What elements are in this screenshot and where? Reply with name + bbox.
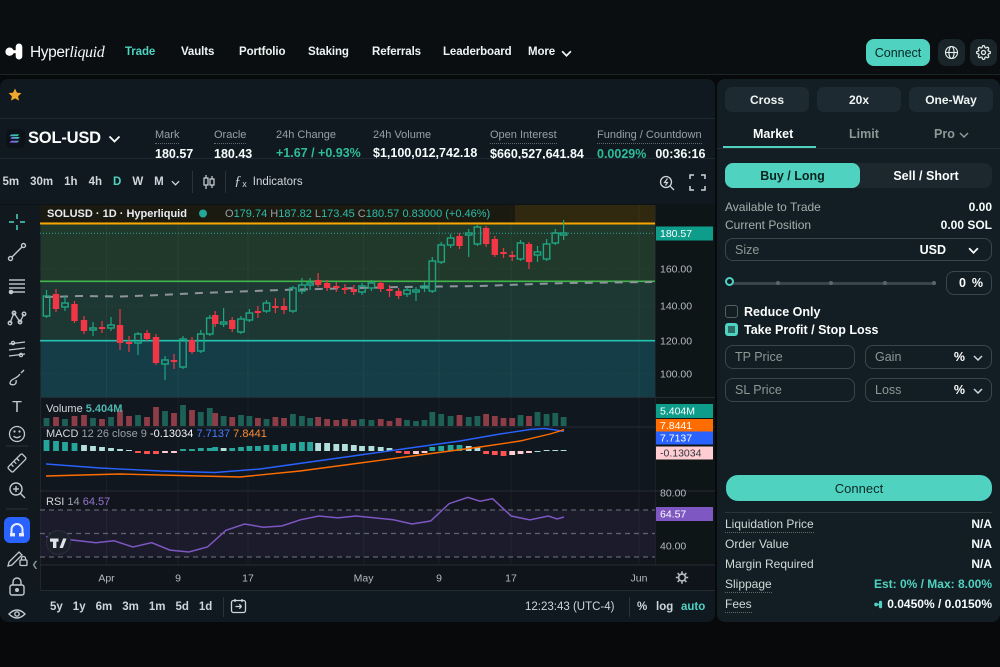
svg-text:5.404M: 5.404M — [660, 406, 695, 418]
svg-text:Apr: Apr — [98, 573, 115, 585]
svg-text:May: May — [354, 573, 375, 585]
svg-text:9: 9 — [436, 573, 442, 585]
svg-text:17: 17 — [242, 573, 254, 585]
svg-text:7.8441: 7.8441 — [660, 420, 692, 432]
svg-text:T: T — [12, 399, 22, 416]
svg-text:40.00: 40.00 — [660, 541, 686, 553]
svg-text:64.57: 64.57 — [660, 509, 686, 521]
svg-text:7.7137: 7.7137 — [660, 433, 692, 445]
svg-text:SOLUSD · 1D · Hyperliquid: SOLUSD · 1D · Hyperliquid — [47, 208, 187, 220]
svg-text:O179.74 H187.82 L173.45 C180.5: O179.74 H187.82 L173.45 C180.57 0.83000 … — [225, 208, 490, 220]
svg-text:180.57: 180.57 — [660, 228, 692, 240]
svg-text:160.00: 160.00 — [660, 264, 692, 276]
svg-text:9: 9 — [175, 573, 181, 585]
svg-text:MACD 12 26 close 9 -0.13034: MACD 12 26 close 9 -0.13034 7.7137 7.844… — [46, 428, 267, 440]
svg-text:Jun: Jun — [631, 573, 648, 585]
svg-text:140.00: 140.00 — [660, 301, 692, 313]
svg-text:RSI 14 64.57: RSI 14 64.57 — [46, 496, 110, 508]
svg-text:120.00: 120.00 — [660, 336, 692, 348]
svg-text:100.00: 100.00 — [660, 369, 692, 381]
svg-text:Volume 5.404M: Volume 5.404M — [46, 403, 122, 415]
svg-text:❮: ❮ — [32, 560, 39, 569]
svg-text:17: 17 — [505, 573, 517, 585]
svg-text:-0.13034: -0.13034 — [660, 448, 702, 460]
svg-text:80.00: 80.00 — [660, 488, 686, 500]
